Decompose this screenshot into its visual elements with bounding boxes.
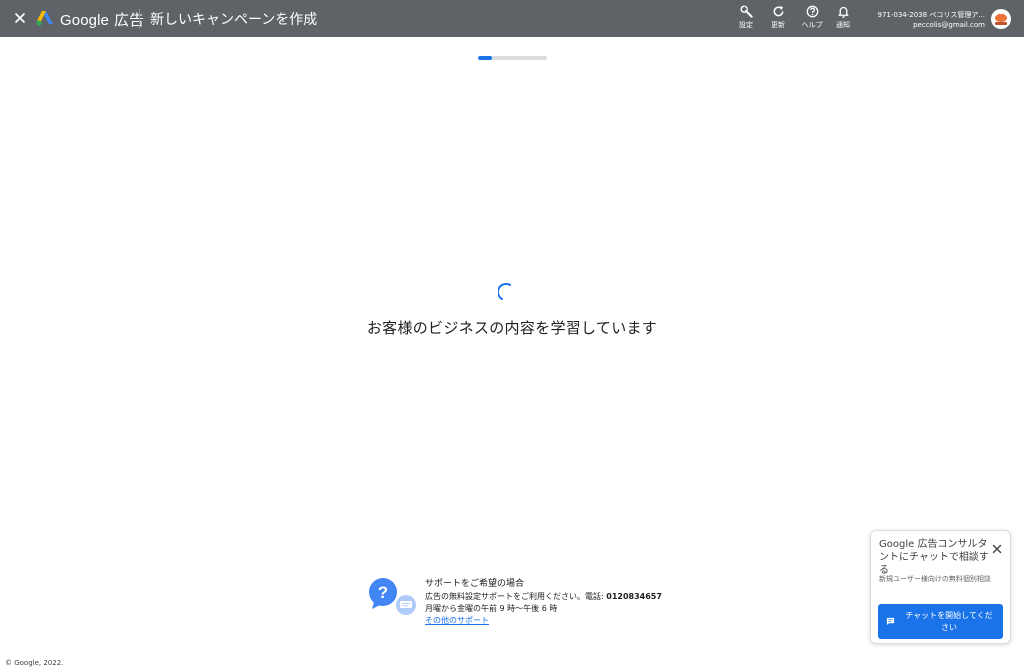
avatar-logo-icon bbox=[995, 13, 1007, 25]
other-support-link[interactable]: その他のサポート bbox=[425, 616, 489, 625]
progress-bar bbox=[478, 56, 547, 60]
chat-card: Google 広告コンサルタントにチャットで相談する 新規ユーザー様向けの無料個… bbox=[870, 530, 1011, 644]
loading-spinner-icon bbox=[498, 283, 511, 300]
chat-close-button[interactable] bbox=[992, 539, 1002, 554]
help-button[interactable]: ヘルプ bbox=[797, 4, 827, 34]
support-section: サポートをご希望の場合 広告の無料設定サポートをご利用ください。電話: 0120… bbox=[425, 578, 662, 627]
support-phone-line: 広告の無料設定サポートをご利用ください。電話: 0120834657 bbox=[425, 591, 662, 603]
wrench-icon bbox=[739, 5, 753, 18]
top-bar: Google 広告 新しいキャンペーンを作成 設定 更新 ヘルプ 通知 971-… bbox=[0, 0, 1024, 37]
notifications-button[interactable]: 通知 bbox=[828, 4, 858, 34]
account-email: peccolis@gmail.com bbox=[913, 21, 985, 29]
bell-icon bbox=[837, 6, 849, 18]
copyright: © Google, 2022. bbox=[5, 659, 64, 667]
support-chat-icon: ? bbox=[369, 578, 416, 615]
account-info[interactable]: 971-034-2038 ペコリス管理ア... peccolis@gmail.c… bbox=[878, 10, 986, 30]
support-title: サポートをご希望の場合 bbox=[425, 579, 525, 589]
refresh-button[interactable]: 更新 bbox=[763, 4, 793, 34]
settings-label: 設定 bbox=[739, 21, 753, 29]
help-label: ヘルプ bbox=[801, 21, 823, 29]
help-icon bbox=[806, 5, 818, 18]
close-icon bbox=[15, 13, 25, 23]
support-phone: 0120834657 bbox=[606, 592, 662, 601]
brand-name: Google 広告 bbox=[60, 9, 144, 30]
chat-card-description: 新規ユーザー様向けの無料個別相談 bbox=[879, 575, 991, 583]
loading-message: お客様のビジネスの内容を学習しています bbox=[366, 319, 658, 337]
page-title: 新しいキャンペーンを作成 bbox=[150, 12, 318, 28]
settings-button[interactable]: 設定 bbox=[731, 4, 761, 34]
google-ads-logo-icon bbox=[36, 11, 53, 26]
start-chat-label: チャットを開始してください bbox=[905, 611, 993, 632]
brand-google: Google bbox=[60, 12, 109, 29]
close-icon bbox=[992, 544, 1002, 554]
refresh-icon bbox=[773, 5, 783, 17]
chat-icon bbox=[886, 617, 895, 626]
svg-text:?: ? bbox=[378, 583, 388, 602]
support-description: 広告の無料設定サポートをご利用ください。電話: bbox=[425, 592, 607, 601]
refresh-label: 更新 bbox=[771, 21, 785, 29]
notifications-label: 通知 bbox=[836, 21, 850, 29]
support-hours: 月曜から金曜の午前 9 時〜午後 6 時 bbox=[425, 604, 558, 613]
avatar[interactable] bbox=[991, 9, 1011, 29]
progress-fill bbox=[478, 56, 492, 60]
start-chat-button[interactable]: チャットを開始してください bbox=[878, 604, 1003, 639]
account-id: 971-034-2038 ペコリス管理ア... bbox=[877, 11, 986, 19]
chat-card-title: Google 広告コンサルタントにチャットで相談する bbox=[879, 539, 989, 576]
close-button[interactable] bbox=[11, 9, 29, 27]
header-divider bbox=[139, 9, 140, 29]
